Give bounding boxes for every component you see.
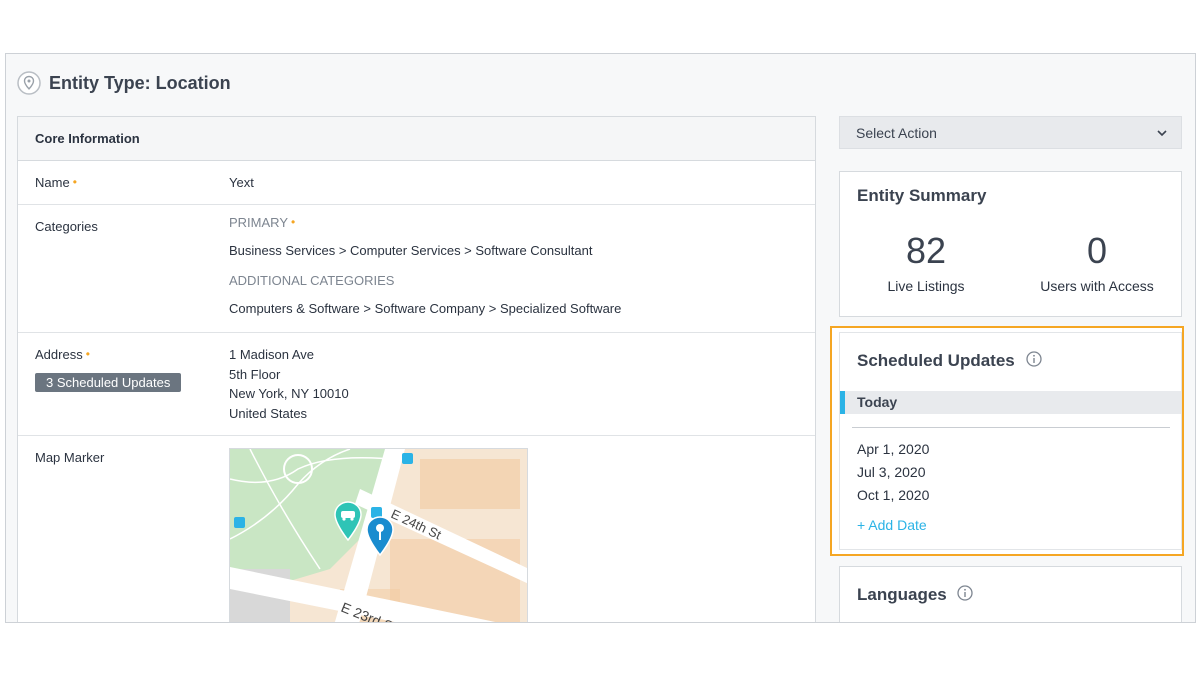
divider — [852, 427, 1170, 428]
languages-card: Languages — [839, 566, 1182, 622]
scheduled-date-2[interactable]: Jul 3, 2020 — [857, 464, 926, 480]
scheduled-updates-title: Scheduled Updates — [857, 351, 1015, 370]
today-row[interactable]: Today — [840, 391, 1181, 414]
address-line-1: 1 Madison Ave — [229, 347, 315, 362]
core-information-card: Core Information Name • Yext Categories P… — [17, 116, 816, 622]
address-line-4: United States — [229, 406, 308, 421]
select-action-dropdown[interactable]: Select Action — [839, 116, 1182, 149]
select-action-label: Select Action — [856, 124, 937, 141]
live-listings-count: 82 — [905, 230, 947, 271]
required-indicator: • — [291, 215, 296, 229]
info-icon[interactable] — [957, 585, 974, 606]
scheduled-updates-badge[interactable]: 3 Scheduled Updates — [35, 373, 182, 392]
location-marker-icon[interactable] — [366, 516, 394, 556]
additional-categories-value: Computers & Software > Software Company … — [229, 301, 622, 316]
location-pin-icon — [16, 70, 42, 96]
entity-summary-card: Entity Summary 82 Live Listings 0 Users … — [839, 171, 1182, 317]
entity-page: Entity Type: Location Core Information N… — [5, 53, 1196, 623]
categories-row[interactable]: Categories PRIMARY • Business Services > … — [18, 205, 815, 333]
primary-category-label: PRIMARY — [229, 215, 288, 230]
page-header: Entity Type: Location — [16, 68, 231, 98]
map-view[interactable]: E 24th St E 23rd St — [229, 448, 528, 622]
page-title: Entity Type: Location — [49, 72, 231, 93]
scheduled-updates-card: Scheduled Updates Today Apr 1, 2020 Jul … — [839, 332, 1182, 550]
required-indicator: • — [85, 347, 90, 361]
scheduled-date-3[interactable]: Oct 1, 2020 — [857, 487, 929, 503]
name-row[interactable]: Name • Yext — [18, 161, 815, 205]
live-listings-stat[interactable]: 82 Live Listings — [856, 230, 996, 294]
users-access-label: Users with Access — [1040, 278, 1154, 294]
name-label: Name — [35, 175, 70, 190]
users-access-stat[interactable]: 0 Users with Access — [1027, 230, 1167, 294]
required-indicator: • — [72, 175, 77, 189]
primary-category-value: Business Services > Computer Services > … — [229, 243, 593, 258]
additional-categories-label: ADDITIONAL CATEGORIES — [229, 273, 395, 288]
live-listings-label: Live Listings — [887, 278, 965, 294]
map-marker-label: Map Marker — [35, 450, 105, 465]
categories-label: Categories — [35, 219, 98, 234]
chevron-down-icon — [1156, 126, 1168, 142]
info-icon[interactable] — [1025, 351, 1042, 372]
address-label: Address — [35, 347, 83, 362]
name-value: Yext — [229, 175, 254, 190]
core-information-title: Core Information — [18, 117, 815, 161]
map-marker-row: Map Marker E 24th St E 23rd St — [18, 436, 815, 622]
address-line-2: 5th Floor — [229, 367, 281, 382]
users-access-count: 0 — [1086, 230, 1108, 271]
languages-title: Languages — [857, 585, 947, 604]
car-marker-icon[interactable] — [334, 501, 362, 541]
address-row[interactable]: Address • 3 Scheduled Updates 1 Madison A… — [18, 333, 815, 436]
address-line-3: New York, NY 10010 — [229, 386, 349, 401]
add-date-link[interactable]: + Add Date — [857, 517, 927, 533]
entity-summary-title: Entity Summary — [857, 186, 987, 205]
scheduled-date-1[interactable]: Apr 1, 2020 — [857, 441, 929, 457]
